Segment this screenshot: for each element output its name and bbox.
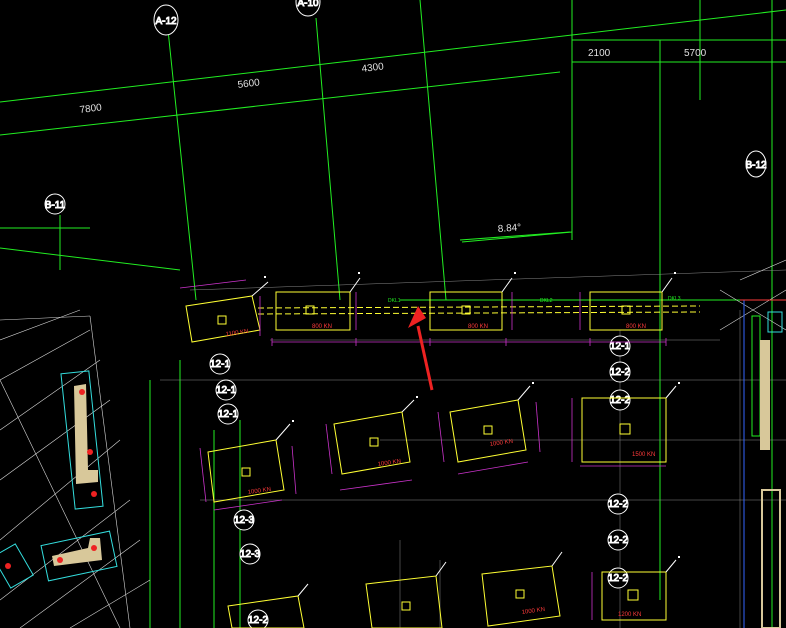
beam-label: DKL1 — [388, 298, 401, 304]
dimension-2100: 2100 — [588, 48, 611, 59]
footings — [185, 277, 677, 628]
footing-tags — [264, 272, 680, 558]
axis-bubble-d2: 12-1 — [215, 379, 237, 401]
load-label: 1100 KN — [225, 329, 249, 338]
load-label: 1000 KN — [377, 459, 401, 468]
load-label: 1000 KN — [521, 607, 545, 616]
axis-bubble-a10: A-10 — [295, 0, 321, 17]
axis-label: 12-2 — [608, 535, 628, 546]
axis-bubble-d6: 12-2 — [609, 389, 631, 411]
axis-bubble-a12: A-12 — [153, 4, 179, 36]
load-label: 1200 KN — [618, 612, 641, 618]
axis-bubble-d5: 12-2 — [609, 361, 631, 383]
axis-label: 12-2 — [248, 615, 268, 626]
axis-label: A-12 — [155, 16, 177, 27]
dimension-5600: 5600 — [237, 77, 261, 91]
axis-bubble-d4: 12-1 — [609, 335, 631, 357]
load-label: 800 KN — [468, 324, 488, 330]
foundation-plan: A-12 A-10 B-11 B-12 12-1 12-1 12-1 12-1 … — [0, 0, 786, 628]
footing-9 — [227, 551, 563, 628]
axis-label: 12-3 — [240, 549, 260, 560]
load-label: 1500 KN — [632, 452, 655, 458]
hatch-lines — [0, 259, 786, 628]
axis-label: 12-1 — [216, 385, 236, 396]
axis-bubble-d10: 12-3 — [233, 509, 255, 531]
axis-bubbles: A-12 A-10 B-11 B-12 12-1 12-1 12-1 12-1 … — [44, 0, 767, 628]
axis-label: 12-2 — [610, 367, 630, 378]
axis-bubble-d1: 12-1 — [209, 353, 231, 375]
beam-label: DKL2 — [540, 298, 553, 304]
axis-label: 12-2 — [608, 573, 628, 584]
angle-dimension: 8.84° — [497, 222, 521, 235]
axis-label: 12-3 — [234, 515, 254, 526]
beam-strip — [257, 305, 701, 315]
axis-bubble-d7: 12-2 — [607, 493, 629, 515]
cad-drawing-canvas[interactable]: A-12 A-10 B-11 B-12 12-1 12-1 12-1 12-1 … — [0, 0, 786, 628]
axis-label: 12-1 — [610, 341, 630, 352]
axis-bubble-d3: 12-1 — [217, 403, 239, 425]
dimension-4300: 4300 — [361, 61, 385, 75]
dimension-7800: 7800 — [79, 102, 103, 116]
load-label: 800 KN — [312, 324, 332, 330]
axis-label: 12-2 — [608, 499, 628, 510]
axis-label: 12-2 — [610, 395, 630, 406]
axis-label: 12-1 — [218, 409, 238, 420]
footing-loads: 1100 KN 800 KN 800 KN 800 KN 1000 KN 100… — [225, 324, 655, 618]
axis-bubble-d12: 12-2 — [247, 609, 269, 628]
axis-bubble-b11: B-11 — [44, 193, 66, 215]
wall-elements — [0, 370, 118, 589]
axis-bubble-d11: 12-3 — [239, 543, 261, 565]
axis-bubble-d8: 12-2 — [607, 529, 629, 551]
axis-bubble-b12: B-12 — [745, 150, 767, 178]
beam-label: DKL3 — [668, 296, 681, 302]
dimension-5700: 5700 — [684, 48, 707, 59]
axis-label: B-12 — [745, 160, 767, 171]
right-wall — [740, 299, 786, 628]
footing-3 — [429, 277, 513, 331]
red-arrow-pointer — [408, 306, 434, 391]
load-label: 800 KN — [626, 324, 646, 330]
axis-label: B-11 — [45, 200, 66, 211]
axis-label: A-10 — [297, 0, 319, 9]
footing-7 — [449, 385, 531, 463]
axis-bubble-d9: 12-2 — [607, 567, 629, 589]
footing-6 — [333, 399, 415, 475]
axis-label: 12-1 — [210, 359, 230, 370]
